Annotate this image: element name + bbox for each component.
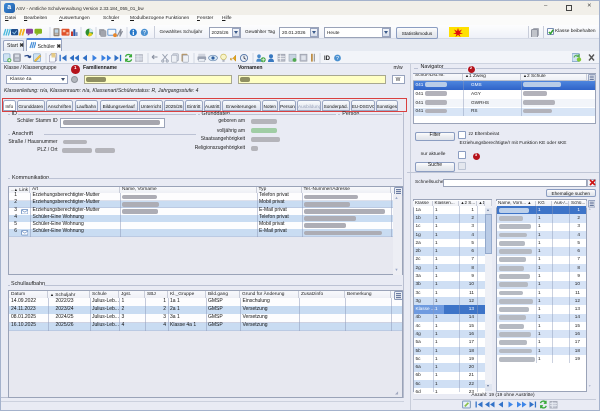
svg-text:ID: ID: [324, 56, 331, 62]
svg-text:?: ?: [336, 56, 339, 62]
